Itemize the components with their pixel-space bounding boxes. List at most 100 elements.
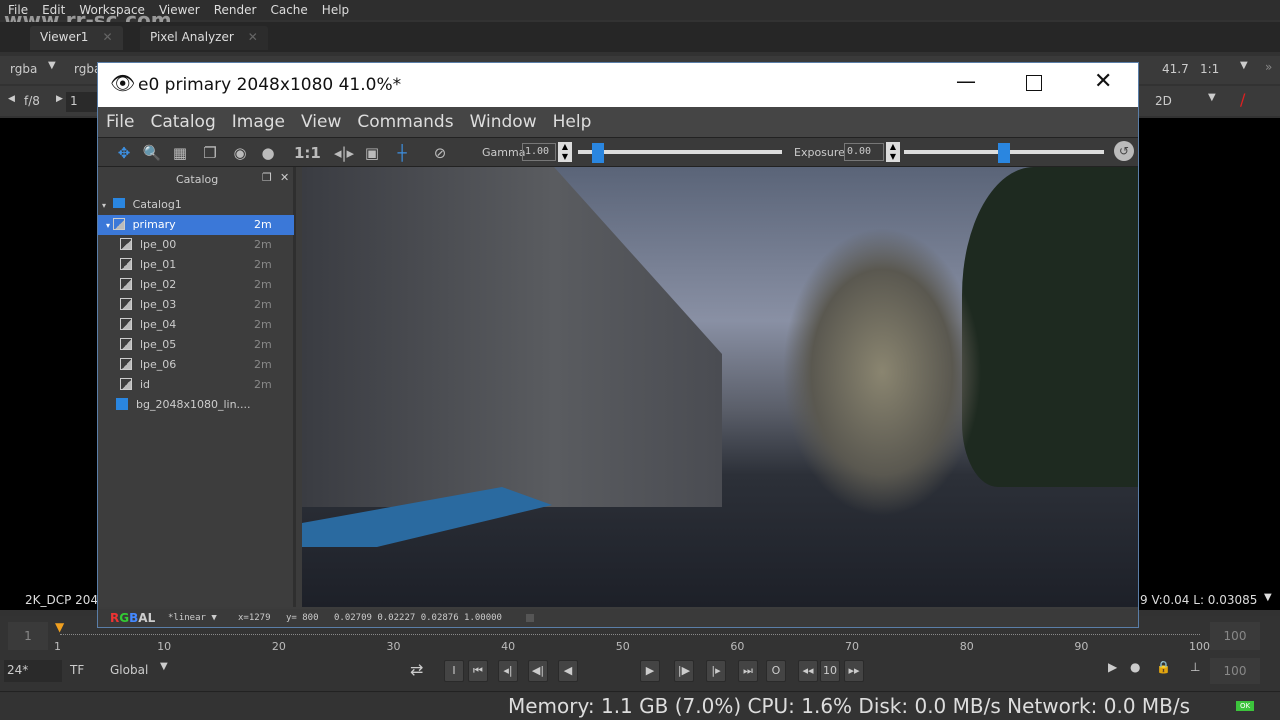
ratio-select[interactable]: 1:1 — [1200, 62, 1219, 76]
float-icon[interactable]: ❐ — [262, 171, 272, 184]
clapper-icon[interactable]: ▦ — [168, 142, 192, 164]
catalog-item[interactable]: lpe_06 2m — [98, 355, 294, 375]
catalog-item[interactable]: lpe_05 2m — [98, 335, 294, 355]
minimize-button[interactable]: — — [956, 69, 976, 93]
chevron-down-icon[interactable]: ▼ — [1264, 592, 1272, 603]
expand-icon[interactable]: ▾ — [102, 201, 109, 210]
next-frame-button[interactable]: |▶ — [674, 660, 694, 682]
channel-g[interactable]: G — [119, 611, 129, 625]
tab-viewer1[interactable]: Viewer1 ✕ — [30, 26, 123, 50]
it-menu-help[interactable]: Help — [553, 112, 592, 132]
end-field[interactable]: 100 — [1210, 658, 1260, 684]
exposure-spinner[interactable]: ▲ ▼ — [886, 142, 900, 162]
menu-render[interactable]: Render — [214, 3, 257, 17]
reset-icon[interactable]: ↺ — [1114, 141, 1134, 161]
catalog-root[interactable]: ▾ Catalog1 — [98, 195, 294, 215]
gamma-spinner[interactable]: ▲ ▼ — [558, 142, 572, 162]
next-icon[interactable]: ▶ — [56, 94, 63, 104]
scope-select[interactable]: Global — [110, 663, 148, 677]
magnify-icon[interactable]: 🔍 — [140, 142, 164, 164]
catalog-item[interactable]: lpe_00 2m — [98, 235, 294, 255]
zoom-select[interactable]: 41.7 — [1162, 62, 1189, 76]
tf-select[interactable]: TF — [70, 663, 84, 677]
play-button[interactable]: ▶ — [640, 660, 660, 682]
menu-cache[interactable]: Cache — [270, 3, 307, 17]
close-icon[interactable]: ✕ — [280, 171, 289, 184]
in-frame-field[interactable]: 1 — [8, 622, 48, 650]
catalog-item[interactable]: id 2m — [98, 375, 294, 395]
one-to-one-button[interactable]: 1:1 — [294, 142, 321, 164]
it-menu-commands[interactable]: Commands — [357, 112, 453, 132]
clapper-disabled-icon[interactable]: ⊘ — [428, 142, 452, 164]
chevron-down-icon[interactable]: ▼ — [1240, 60, 1248, 71]
close-icon[interactable]: ✕ — [248, 30, 258, 44]
in-point-button[interactable]: I — [444, 660, 464, 682]
prev-frame-button[interactable]: ◀| — [528, 660, 548, 682]
layers-icon[interactable]: ❐ — [198, 142, 222, 164]
it-menu-image[interactable]: Image — [232, 112, 285, 132]
last-frame-button[interactable]: ⏭ — [738, 660, 758, 682]
next-key-button[interactable]: |▸ — [706, 660, 726, 682]
fps-field[interactable]: 24* — [4, 660, 62, 682]
catalog-item[interactable]: lpe_04 2m — [98, 315, 294, 335]
out-frame-field[interactable]: 100 — [1210, 622, 1260, 650]
pan-icon[interactable]: ✥ — [112, 142, 136, 164]
tab-pixel-analyzer[interactable]: Pixel Analyzer ✕ — [140, 26, 268, 50]
expand-icon[interactable]: » — [1265, 60, 1272, 74]
it-title-bar[interactable]: 👁 e0 primary 2048x1080 41.0%* — ✕ — [98, 63, 1138, 107]
image-icon[interactable]: ▣ — [360, 142, 384, 164]
sphere-pick-icon[interactable]: ◉ — [228, 142, 252, 164]
prev-icon[interactable]: ◀ — [8, 94, 15, 104]
crosshair-icon[interactable]: ┼ — [390, 142, 414, 164]
sphere-icon[interactable]: ● — [256, 142, 280, 164]
split-icon[interactable]: ◂|▸ — [332, 142, 356, 164]
gamma-slider-handle[interactable] — [592, 143, 605, 163]
it-menu-catalog[interactable]: Catalog — [150, 112, 215, 132]
close-icon[interactable]: ✕ — [102, 30, 112, 44]
rendered-image[interactable] — [302, 167, 1138, 607]
menu-help[interactable]: Help — [322, 3, 349, 17]
it-menu-file[interactable]: File — [106, 112, 134, 132]
frame-field[interactable]: 1 — [66, 92, 100, 112]
lock-icon[interactable]: 🔒 — [1156, 660, 1171, 674]
it-menu-window[interactable]: Window — [470, 112, 537, 132]
gamma-field[interactable]: 1.00 — [522, 143, 556, 161]
catalog-item-bg[interactable]: bg_2048x1080_lin.... — [98, 395, 294, 415]
first-frame-button[interactable]: ⏮ — [468, 660, 488, 682]
step-forward-button[interactable]: ▸▸ — [844, 660, 864, 682]
loop-icon[interactable]: ⇄ — [410, 660, 423, 679]
playback-range-icon[interactable]: ⊥ — [1190, 660, 1200, 674]
step-back-button[interactable]: ◂◂ — [798, 660, 818, 682]
catalog-item[interactable]: lpe_03 2m — [98, 295, 294, 315]
colorspace-select[interactable]: *linear ▼ — [168, 609, 217, 627]
channel-toggles[interactable]: RGBAL — [110, 609, 155, 627]
exposure-field[interactable]: 0.00 — [844, 143, 884, 161]
channel-l[interactable]: L — [148, 611, 156, 625]
paint-icon[interactable]: / — [1240, 90, 1245, 109]
out-point-button[interactable]: O — [766, 660, 786, 682]
step-field[interactable]: 10 — [820, 660, 840, 682]
channel-b[interactable]: B — [129, 611, 138, 625]
record-icon[interactable]: ● — [1130, 660, 1140, 674]
play-back-button[interactable]: ◀ — [558, 660, 578, 682]
catalog-item[interactable]: lpe_01 2m — [98, 255, 294, 275]
channel-a[interactable]: A — [138, 611, 147, 625]
maximize-button[interactable] — [1026, 75, 1042, 91]
channel-r[interactable]: R — [110, 611, 119, 625]
catalog-item-selected[interactable]: ▾ primary 2m — [98, 215, 294, 235]
gamma-slider[interactable] — [578, 150, 782, 154]
exposure-slider-handle[interactable] — [998, 143, 1010, 163]
it-window: 👁 e0 primary 2048x1080 41.0%* — ✕ File C… — [97, 62, 1139, 628]
flipbook-icon[interactable]: ▶ — [1108, 660, 1117, 674]
catalog-item[interactable]: lpe_02 2m — [98, 275, 294, 295]
channels-select[interactable]: rgba — [10, 62, 37, 76]
chevron-down-icon[interactable]: ▼ — [48, 60, 56, 71]
chevron-down-icon[interactable]: ▼ — [1208, 92, 1216, 103]
view-mode-select[interactable]: 2D — [1155, 94, 1172, 108]
chevron-down-icon[interactable]: ▼ — [160, 661, 168, 672]
fstop[interactable]: f/8 — [24, 94, 40, 108]
playhead-marker[interactable]: ▼ — [55, 620, 64, 634]
prev-key-button[interactable]: ◂| — [498, 660, 518, 682]
close-button[interactable]: ✕ — [1094, 69, 1112, 94]
it-menu-view[interactable]: View — [301, 112, 341, 132]
